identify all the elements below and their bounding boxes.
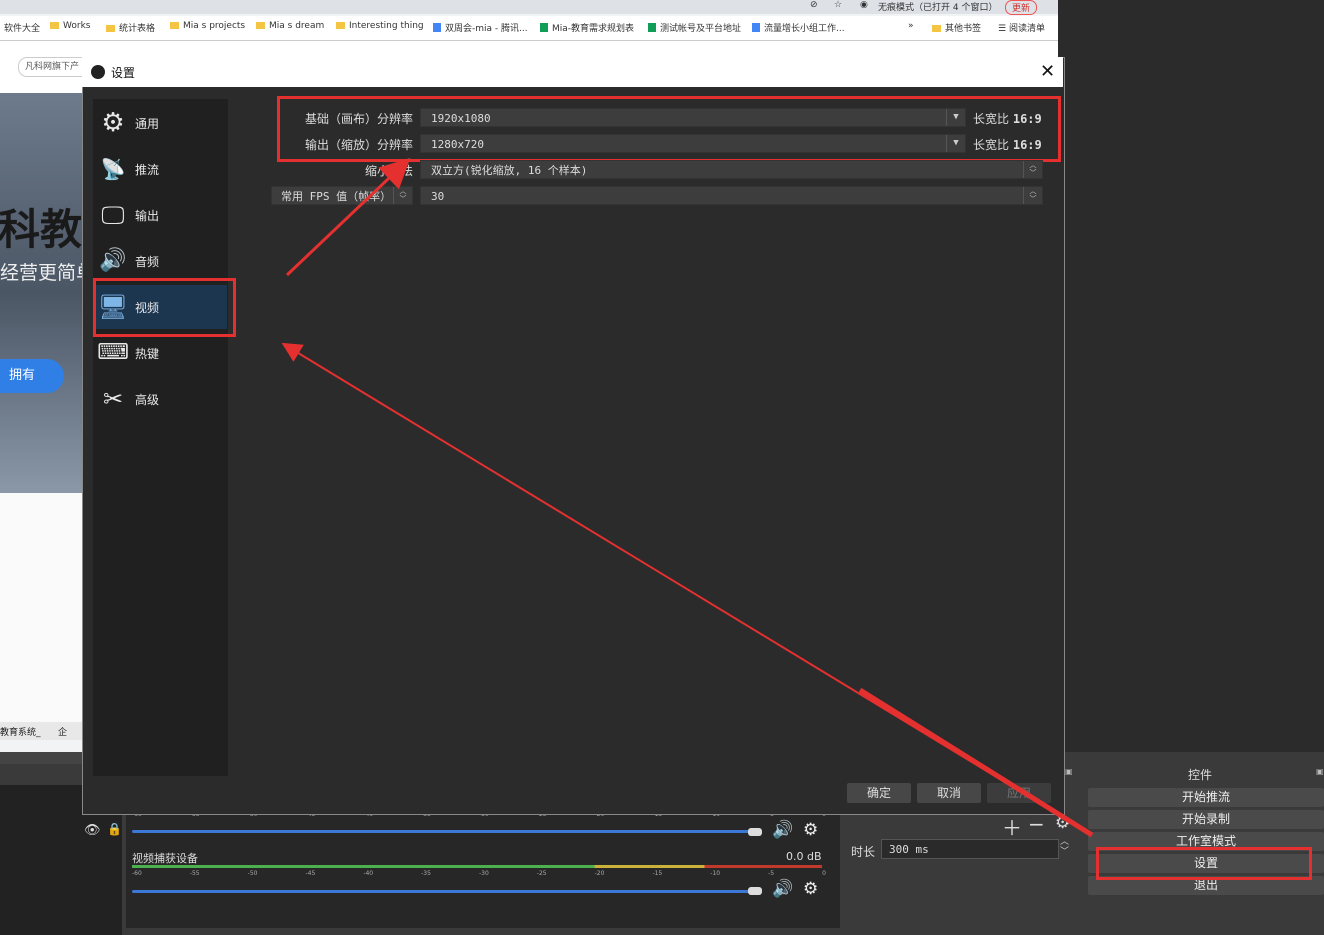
annotation-arrow xyxy=(285,157,411,277)
annotation-arrows xyxy=(281,157,1094,838)
annotation-arrow-thick xyxy=(858,687,1094,838)
